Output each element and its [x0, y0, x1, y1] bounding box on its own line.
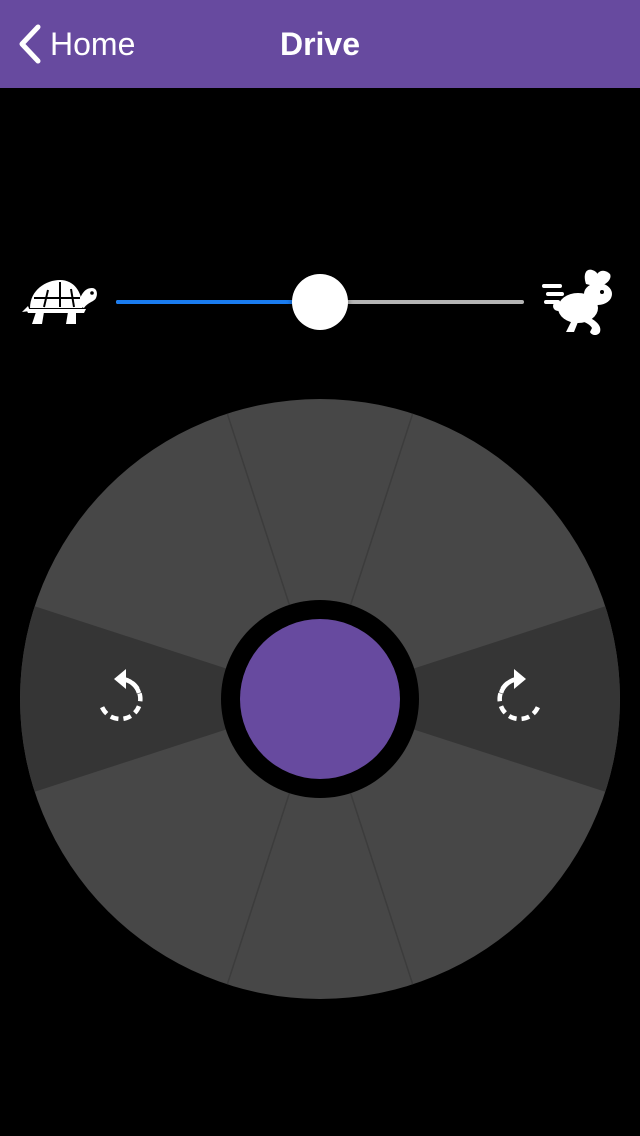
speed-control: [0, 262, 640, 342]
center-stop-button[interactable]: [240, 619, 400, 779]
speed-slider[interactable]: [116, 272, 524, 332]
chevron-left-icon: [14, 22, 44, 66]
rabbit-icon: [542, 266, 618, 338]
navigation-bar: Drive Home: [0, 0, 640, 88]
slider-thumb[interactable]: [292, 274, 348, 330]
turtle-icon: [22, 276, 98, 330]
back-button-label: Home: [50, 26, 136, 62]
drive-joystick[interactable]: [20, 399, 620, 999]
slider-fill: [116, 300, 320, 304]
back-button[interactable]: Home: [14, 18, 135, 70]
drive-screen: Drive Home: [0, 0, 640, 1136]
